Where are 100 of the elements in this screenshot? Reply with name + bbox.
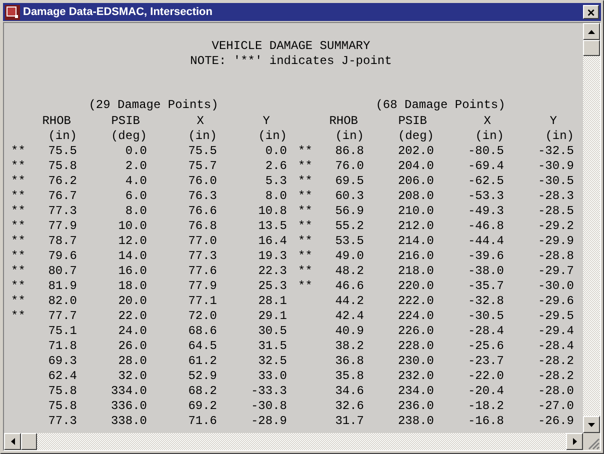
window-title: Damage Data-EDSMAC, Intersection — [23, 4, 214, 20]
down-arrow-icon — [588, 422, 595, 426]
table-cell: 234.0 — [398, 384, 434, 398]
right-arrow-icon — [572, 438, 576, 445]
j-point-marker: ** — [298, 144, 312, 158]
unit-label: (in) — [475, 129, 504, 143]
table-cell: 77.3 — [188, 249, 217, 263]
j-point-marker: ** — [11, 159, 26, 173]
table-cell: 69.2 — [188, 399, 217, 413]
j-point-marker: ** — [11, 174, 26, 188]
table-cell: 75.5 — [48, 144, 77, 158]
table-cell: -29.7 — [538, 264, 574, 278]
table-cell: 77.6 — [188, 264, 217, 278]
table-cell: 76.0 — [335, 159, 364, 173]
table-cell: 77.3 — [48, 204, 77, 218]
table-cell: -53.3 — [468, 189, 504, 203]
table-cell: 72.0 — [188, 309, 217, 323]
column-header: X — [484, 114, 491, 128]
table-cell: 236.0 — [398, 399, 434, 413]
table-cell: 238.0 — [398, 414, 434, 428]
table-cell: -38.0 — [468, 264, 504, 278]
j-point-marker: ** — [298, 234, 312, 248]
j-point-marker: ** — [11, 309, 26, 323]
table-cell: 8.0 — [265, 189, 287, 203]
j-point-marker: ** — [11, 234, 26, 248]
table-cell: -30.8 — [250, 399, 287, 413]
resize-grip-icon[interactable] — [588, 438, 600, 450]
table-cell: 6.0 — [125, 189, 147, 203]
table-cell: 77.0 — [188, 234, 217, 248]
table-cell: 82.0 — [48, 294, 77, 308]
table-cell: 202.0 — [398, 144, 434, 158]
table-cell: 0.0 — [265, 144, 287, 158]
j-point-marker: ** — [298, 189, 312, 203]
table-cell: 204.0 — [398, 159, 434, 173]
scroll-left-button[interactable] — [4, 433, 21, 450]
scroll-thumb[interactable] — [21, 433, 37, 450]
scroll-thumb[interactable] — [583, 40, 600, 56]
table-cell: -20.4 — [468, 384, 504, 398]
table-cell: 20.0 — [118, 294, 147, 308]
unit-label: (deg) — [110, 129, 147, 143]
table-cell: 19.3 — [258, 249, 287, 263]
table-cell: -29.2 — [538, 219, 574, 233]
j-point-marker: ** — [298, 279, 312, 293]
table-cell: 71.8 — [48, 339, 77, 353]
table-cell: 35.8 — [335, 369, 364, 383]
table-cell: 31.5 — [258, 339, 287, 353]
table-cell: 46.6 — [335, 279, 364, 293]
table-cell: 71.6 — [188, 414, 217, 428]
table-cell: -26.9 — [538, 414, 574, 428]
j-point-marker: ** — [11, 219, 26, 233]
table-cell: 77.7 — [48, 309, 77, 323]
table-cell: -29.9 — [538, 234, 574, 248]
table-cell: -28.9 — [250, 414, 287, 428]
table-cell: 68.2 — [188, 384, 217, 398]
scroll-down-button[interactable] — [583, 416, 600, 433]
table-cell: -28.8 — [538, 249, 574, 263]
table-cell: 230.0 — [398, 354, 434, 368]
j-point-marker: ** — [11, 204, 26, 218]
table-cell: -69.4 — [468, 159, 504, 173]
table-cell: 220.0 — [398, 279, 434, 293]
table-cell: -29.5 — [538, 309, 574, 323]
table-cell: 224.0 — [398, 309, 434, 323]
table-cell: 77.9 — [48, 219, 77, 233]
unit-label: (in) — [258, 129, 287, 143]
table-cell: 86.8 — [335, 144, 364, 158]
vertical-scrollbar[interactable] — [583, 23, 600, 433]
table-cell: 216.0 — [398, 249, 434, 263]
table-cell: 53.5 — [335, 234, 364, 248]
table-cell: -18.2 — [468, 399, 504, 413]
table-cell: -23.7 — [468, 354, 504, 368]
horizontal-scrollbar[interactable] — [4, 433, 583, 450]
column-header: RHOB — [329, 114, 358, 128]
table-cell: 49.0 — [335, 249, 364, 263]
unit-label: (deg) — [398, 129, 434, 143]
scroll-up-button[interactable] — [583, 23, 600, 40]
table-cell: 32.5 — [258, 354, 287, 368]
table-cell: 61.2 — [188, 354, 217, 368]
j-point-marker: ** — [11, 264, 26, 278]
unit-label: (in) — [48, 129, 77, 143]
table-cell: 78.7 — [48, 234, 77, 248]
table-cell: 33.0 — [258, 369, 287, 383]
table-cell: 334.0 — [110, 384, 147, 398]
table-cell: 228.0 — [398, 339, 434, 353]
table-cell: 338.0 — [110, 414, 147, 428]
table-cell: 26.0 — [118, 339, 147, 353]
table-cell: 77.1 — [188, 294, 217, 308]
scroll-right-button[interactable] — [566, 433, 583, 450]
table-cell: 208.0 — [398, 189, 434, 203]
close-button[interactable]: × — [583, 5, 599, 19]
table-cell: 22.0 — [118, 309, 147, 323]
column-header: PSIB — [398, 114, 427, 128]
column-header: Y — [262, 114, 270, 128]
table-cell: -46.8 — [468, 219, 504, 233]
table-cell: 12.0 — [118, 234, 147, 248]
table-cell: 32.6 — [335, 399, 364, 413]
table-cell: -30.5 — [538, 174, 574, 188]
table-cell: 232.0 — [398, 369, 434, 383]
column-header: X — [196, 114, 204, 128]
table-cell: -49.3 — [468, 204, 504, 218]
table-cell: 226.0 — [398, 324, 434, 338]
